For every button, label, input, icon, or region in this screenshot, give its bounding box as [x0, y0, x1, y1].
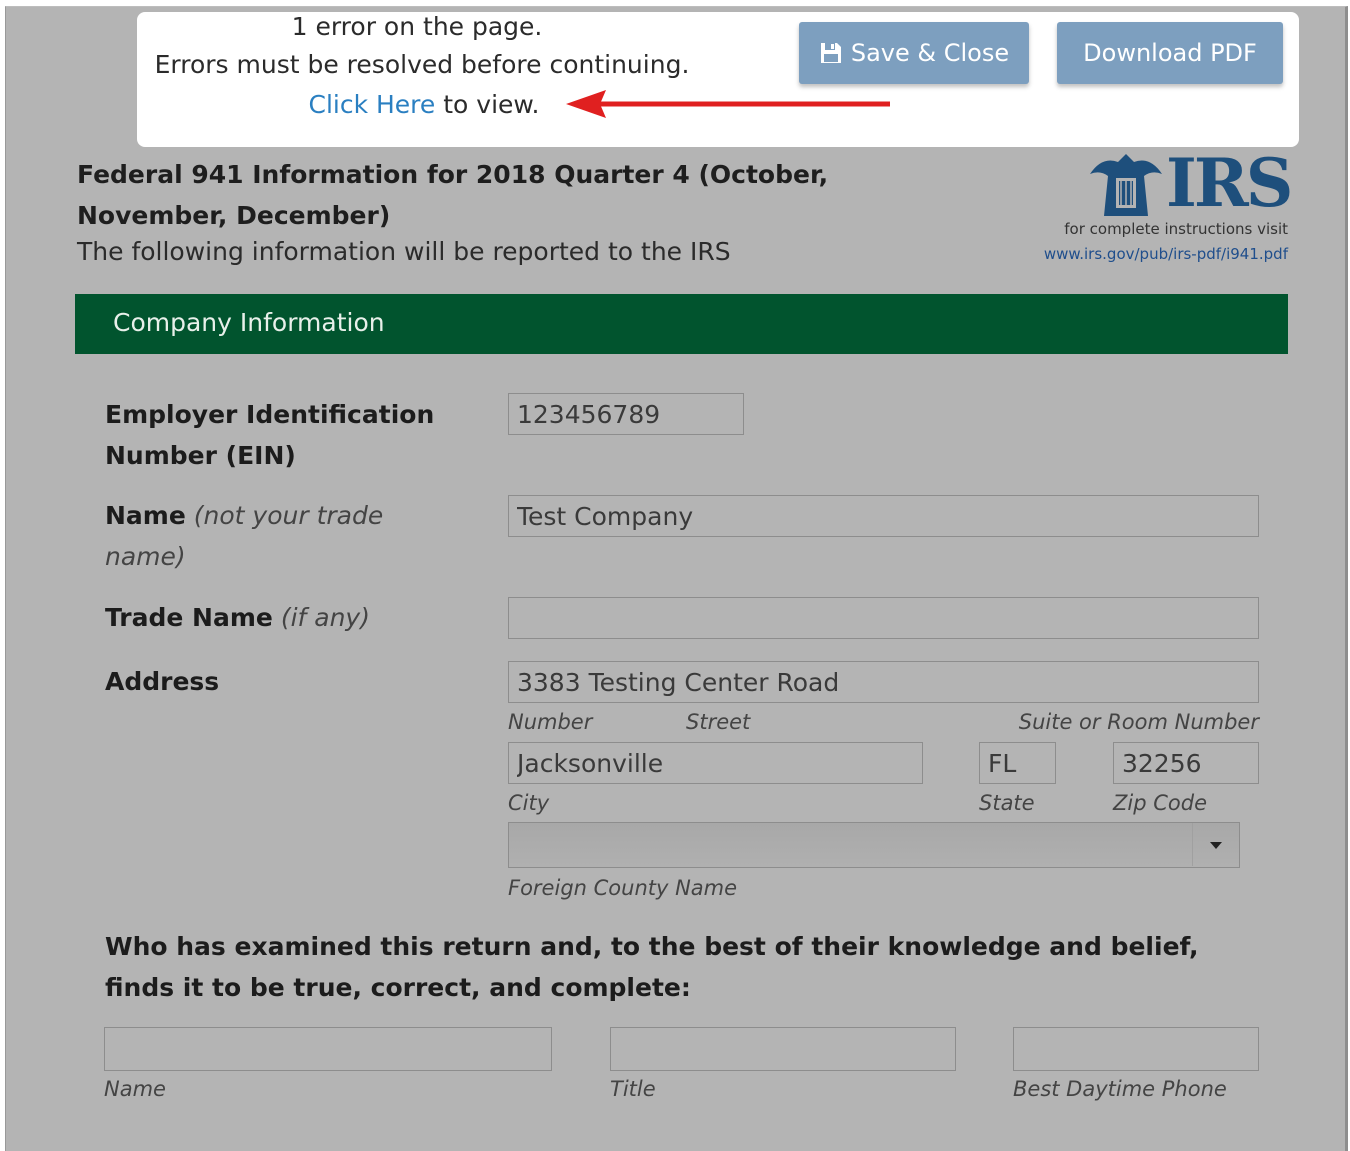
zip-code-input[interactable]: [1113, 742, 1259, 784]
section-title: Company Information: [113, 308, 385, 337]
foreign-county-select[interactable]: [508, 822, 1240, 868]
click-here-link[interactable]: Click Here: [308, 90, 435, 119]
signer-title-hint: Title: [610, 1077, 656, 1101]
suite-hint: Suite or Room Number: [1018, 710, 1259, 734]
error-view-tail: to view.: [435, 90, 540, 119]
state-input[interactable]: [979, 742, 1056, 784]
section-header-company-information: Company Information: [75, 294, 1288, 354]
address-label: Address: [105, 661, 219, 702]
signer-phone-hint: Best Daytime Phone: [1013, 1077, 1227, 1101]
signer-title-input[interactable]: [610, 1027, 956, 1071]
irs-logo: IRS: [1088, 144, 1293, 222]
error-count-text: 1 error on the page.: [291, 12, 543, 41]
trade-name-label-text: Trade Name: [105, 603, 273, 632]
download-pdf-button[interactable]: Download PDF: [1057, 22, 1283, 84]
floppy-disk-icon: [820, 43, 841, 63]
foreign-county-hint: Foreign County Name: [508, 876, 738, 900]
ein-input[interactable]: [508, 393, 744, 435]
irs-wordmark: IRS: [1166, 144, 1293, 222]
signer-name-input[interactable]: [104, 1027, 552, 1071]
number-hint: Number: [508, 710, 593, 734]
address-label-text: Address: [105, 667, 220, 696]
street-address-input[interactable]: [508, 661, 1259, 703]
page-title: Federal 941 Information for 2018 Quarter…: [77, 160, 829, 230]
city-input[interactable]: [508, 742, 923, 784]
irs-instructions-note: for complete instructions visit: [1064, 220, 1288, 238]
examined-statement: Who has examined this return and, to the…: [105, 926, 1255, 1008]
name-label-text: Name: [105, 501, 186, 530]
trade-name-label: Trade Name (if any): [105, 597, 485, 638]
trade-name-input[interactable]: [508, 597, 1259, 639]
trade-name-label-hint: (if any): [280, 603, 370, 632]
save-close-label: Save & Close: [850, 39, 1010, 67]
error-message-text: Errors must be resolved before continuin…: [154, 50, 690, 79]
signer-phone-input[interactable]: [1013, 1027, 1259, 1071]
error-banner: 1 error on the page. Errors must be reso…: [137, 12, 1299, 147]
page-subtitle: The following information will be report…: [77, 237, 731, 266]
state-hint: State: [979, 791, 1035, 815]
red-arrow-icon: [566, 90, 890, 118]
street-hint: Street: [686, 710, 751, 734]
irs-instructions-link[interactable]: www.irs.gov/pub/irs-pdf/i941.pdf: [1000, 245, 1288, 263]
ein-label: Employer Identification Number (EIN): [105, 394, 485, 476]
ein-label-text: Employer Identification Number (EIN): [105, 400, 435, 470]
irs-eagle-icon: [1090, 154, 1162, 216]
save-close-button[interactable]: Save & Close: [799, 22, 1029, 84]
chevron-down-icon: [1210, 841, 1222, 849]
name-input[interactable]: [508, 495, 1259, 537]
name-label: Name (not your trade name): [105, 495, 465, 577]
dropdown-caret[interactable]: [1192, 823, 1239, 866]
download-pdf-label: Download PDF: [1083, 39, 1257, 67]
city-hint: City: [508, 791, 550, 815]
signer-name-hint: Name: [104, 1077, 166, 1101]
examined-statement-text: Who has examined this return and, to the…: [105, 932, 1199, 1002]
zip-code-hint: Zip Code: [1113, 791, 1207, 815]
